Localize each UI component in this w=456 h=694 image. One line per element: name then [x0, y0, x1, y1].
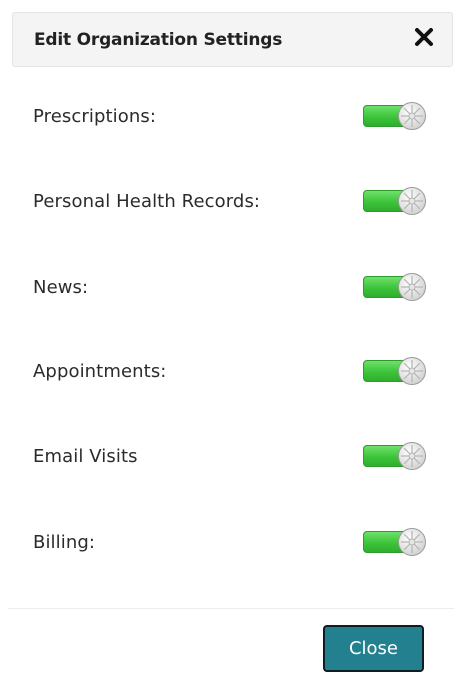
toggle-knob-icon [398, 102, 426, 130]
setting-label: Personal Health Records: [33, 191, 261, 212]
setting-label: Billing: [33, 532, 96, 553]
toggle-knob-icon [398, 528, 426, 556]
close-button[interactable]: Close [323, 625, 424, 672]
toggle-knob-icon [398, 357, 426, 385]
appointments-toggle[interactable] [363, 356, 427, 386]
setting-row-billing: Billing: [0, 523, 456, 563]
toggle-knob-icon [398, 442, 426, 470]
dialog-title: Edit Organization Settings [34, 30, 283, 50]
setting-row-email-visits: Email Visits [0, 437, 456, 477]
toggle-knob-icon [398, 273, 426, 301]
setting-label: News: [33, 277, 89, 298]
dialog-header: Edit Organization Settings [12, 12, 453, 67]
toggle-knob-icon [398, 187, 426, 215]
setting-row-prescriptions: Prescriptions: [0, 97, 456, 137]
setting-label: Email Visits [33, 446, 138, 467]
setting-row-personal-health-records: Personal Health Records: [0, 182, 456, 222]
billing-toggle[interactable] [363, 527, 427, 557]
close-icon[interactable] [412, 25, 436, 49]
edit-organization-settings-dialog: Edit Organization Settings Prescriptions… [0, 0, 456, 694]
email-visits-toggle[interactable] [363, 441, 427, 471]
setting-row-news: News: [0, 268, 456, 308]
footer-divider [8, 608, 454, 609]
prescriptions-toggle[interactable] [363, 101, 427, 131]
personal-health-records-toggle[interactable] [363, 186, 427, 216]
news-toggle[interactable] [363, 272, 427, 302]
setting-label: Prescriptions: [33, 106, 157, 127]
setting-label: Appointments: [33, 361, 167, 382]
setting-row-appointments: Appointments: [0, 352, 456, 392]
